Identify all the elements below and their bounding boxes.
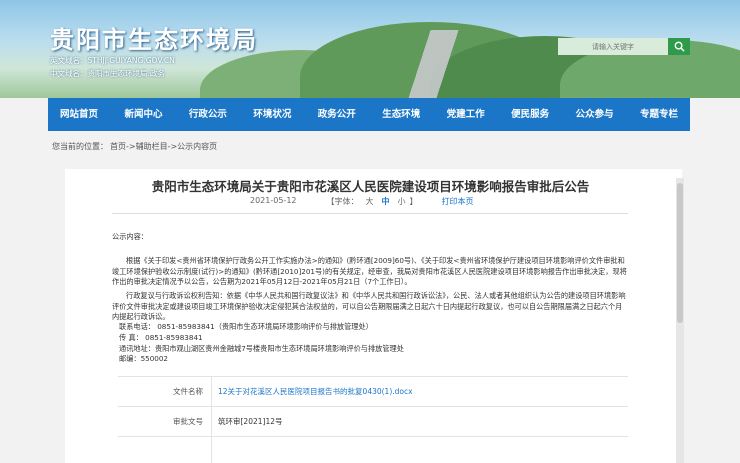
table-row: [118, 437, 628, 463]
search-button[interactable]: [668, 38, 690, 55]
search-icon: [674, 41, 685, 52]
font-size-close: 】: [409, 197, 418, 206]
appeal-rights-paragraph: 行政复议与行政诉讼权利告知：依据《中华人民共和国行政复议法》和《中华人民共和国行…: [112, 291, 626, 321]
article-title: 贵阳市生态环境局关于贵阳市花溪区人民医院建设项目环境影响报告审批后公告: [151, 179, 590, 194]
scrollbar-thumb[interactable]: [677, 183, 683, 323]
font-size-large[interactable]: 大: [366, 196, 374, 207]
nav-item-party-building[interactable]: 党建工作: [442, 98, 490, 131]
article-meta: 2021-05-12 【字体： 大 中 小 】 打印本页: [250, 196, 474, 207]
contact-fax: 传 真： 0851-85983841: [119, 333, 203, 342]
publish-date: 2021-05-12: [250, 196, 297, 205]
file-name-label: 文件名称: [118, 377, 212, 406]
approval-number-value: 筑环审[2021]12号: [218, 417, 283, 426]
nav-item-news[interactable]: 新闻中心: [119, 98, 167, 131]
info-table: 文件名称 12关于对花溪区人民医院项目报告书的批复0430(1).docx 审批…: [118, 376, 628, 463]
nav-item-special-topics[interactable]: 专题专栏: [635, 98, 683, 131]
approval-number-label: 审批文号: [118, 407, 212, 436]
contact-zip: 邮编：550002: [119, 354, 169, 363]
nav-item-public-participation[interactable]: 公众参与: [571, 98, 619, 131]
table-row: 审批文号 筑环审[2021]12号: [118, 407, 628, 437]
font-size-small[interactable]: 小: [398, 196, 406, 207]
site-title: 贵阳市生态环境局: [50, 26, 258, 54]
nav-item-admin-notice[interactable]: 行政公示: [184, 98, 232, 131]
empty-value: [212, 437, 218, 463]
file-download-link[interactable]: 12关于对花溪区人民医院项目报告书的批复0430(1).docx: [212, 377, 413, 406]
divider: [112, 213, 628, 214]
nav-item-environment-status[interactable]: 环境状况: [248, 98, 296, 131]
main-nav: 网站首页 新闻中心 行政公示 环境状况 政务公开 生态环境 党建工作 便民服务 …: [48, 98, 690, 131]
print-link[interactable]: 打印本页: [442, 196, 474, 207]
breadcrumb: 您当前的位置： 首页->辅助栏目->公示内容页: [52, 141, 219, 152]
contact-address: 通讯地址：贵阳市观山湖区贵州金融城7号楼贵阳市生态环境局环境影响评价与排放管理处: [119, 344, 404, 353]
contact-phone: 联系电话： 0851-85983841（贵阳市生态环境局环境影响评价与排放管理处…: [119, 322, 373, 331]
nav-item-government-affairs[interactable]: 政务公开: [313, 98, 361, 131]
nav-item-home[interactable]: 网站首页: [55, 98, 103, 131]
font-size-label: 【字体：: [326, 197, 359, 206]
nav-item-ecology[interactable]: 生态环境: [377, 98, 425, 131]
breadcrumb-prefix: 您当前的位置：: [52, 142, 108, 151]
search-box: [558, 38, 690, 55]
notice-paragraph: 根据《关于印发<贵州省环境保护厅政务公开工作实施办法>的通知》(黔环通[2009…: [112, 256, 627, 286]
empty-label: [118, 437, 212, 463]
nav-item-public-service[interactable]: 便民服务: [506, 98, 554, 131]
search-input[interactable]: [558, 38, 668, 55]
table-row: 文件名称 12关于对花溪区人民医院项目报告书的批复0430(1).docx: [118, 377, 628, 407]
font-size-medium[interactable]: 中: [382, 196, 390, 207]
domain-en: 英文域名：STHJJ.GUIYANG.GOV.CN: [50, 56, 175, 65]
notice-label: 公示内容：: [112, 232, 148, 241]
domain-cn: 中文域名：贵阳市生态环境局.政务: [50, 69, 165, 78]
breadcrumb-path[interactable]: 首页->辅助栏目->公示内容页: [110, 142, 217, 151]
